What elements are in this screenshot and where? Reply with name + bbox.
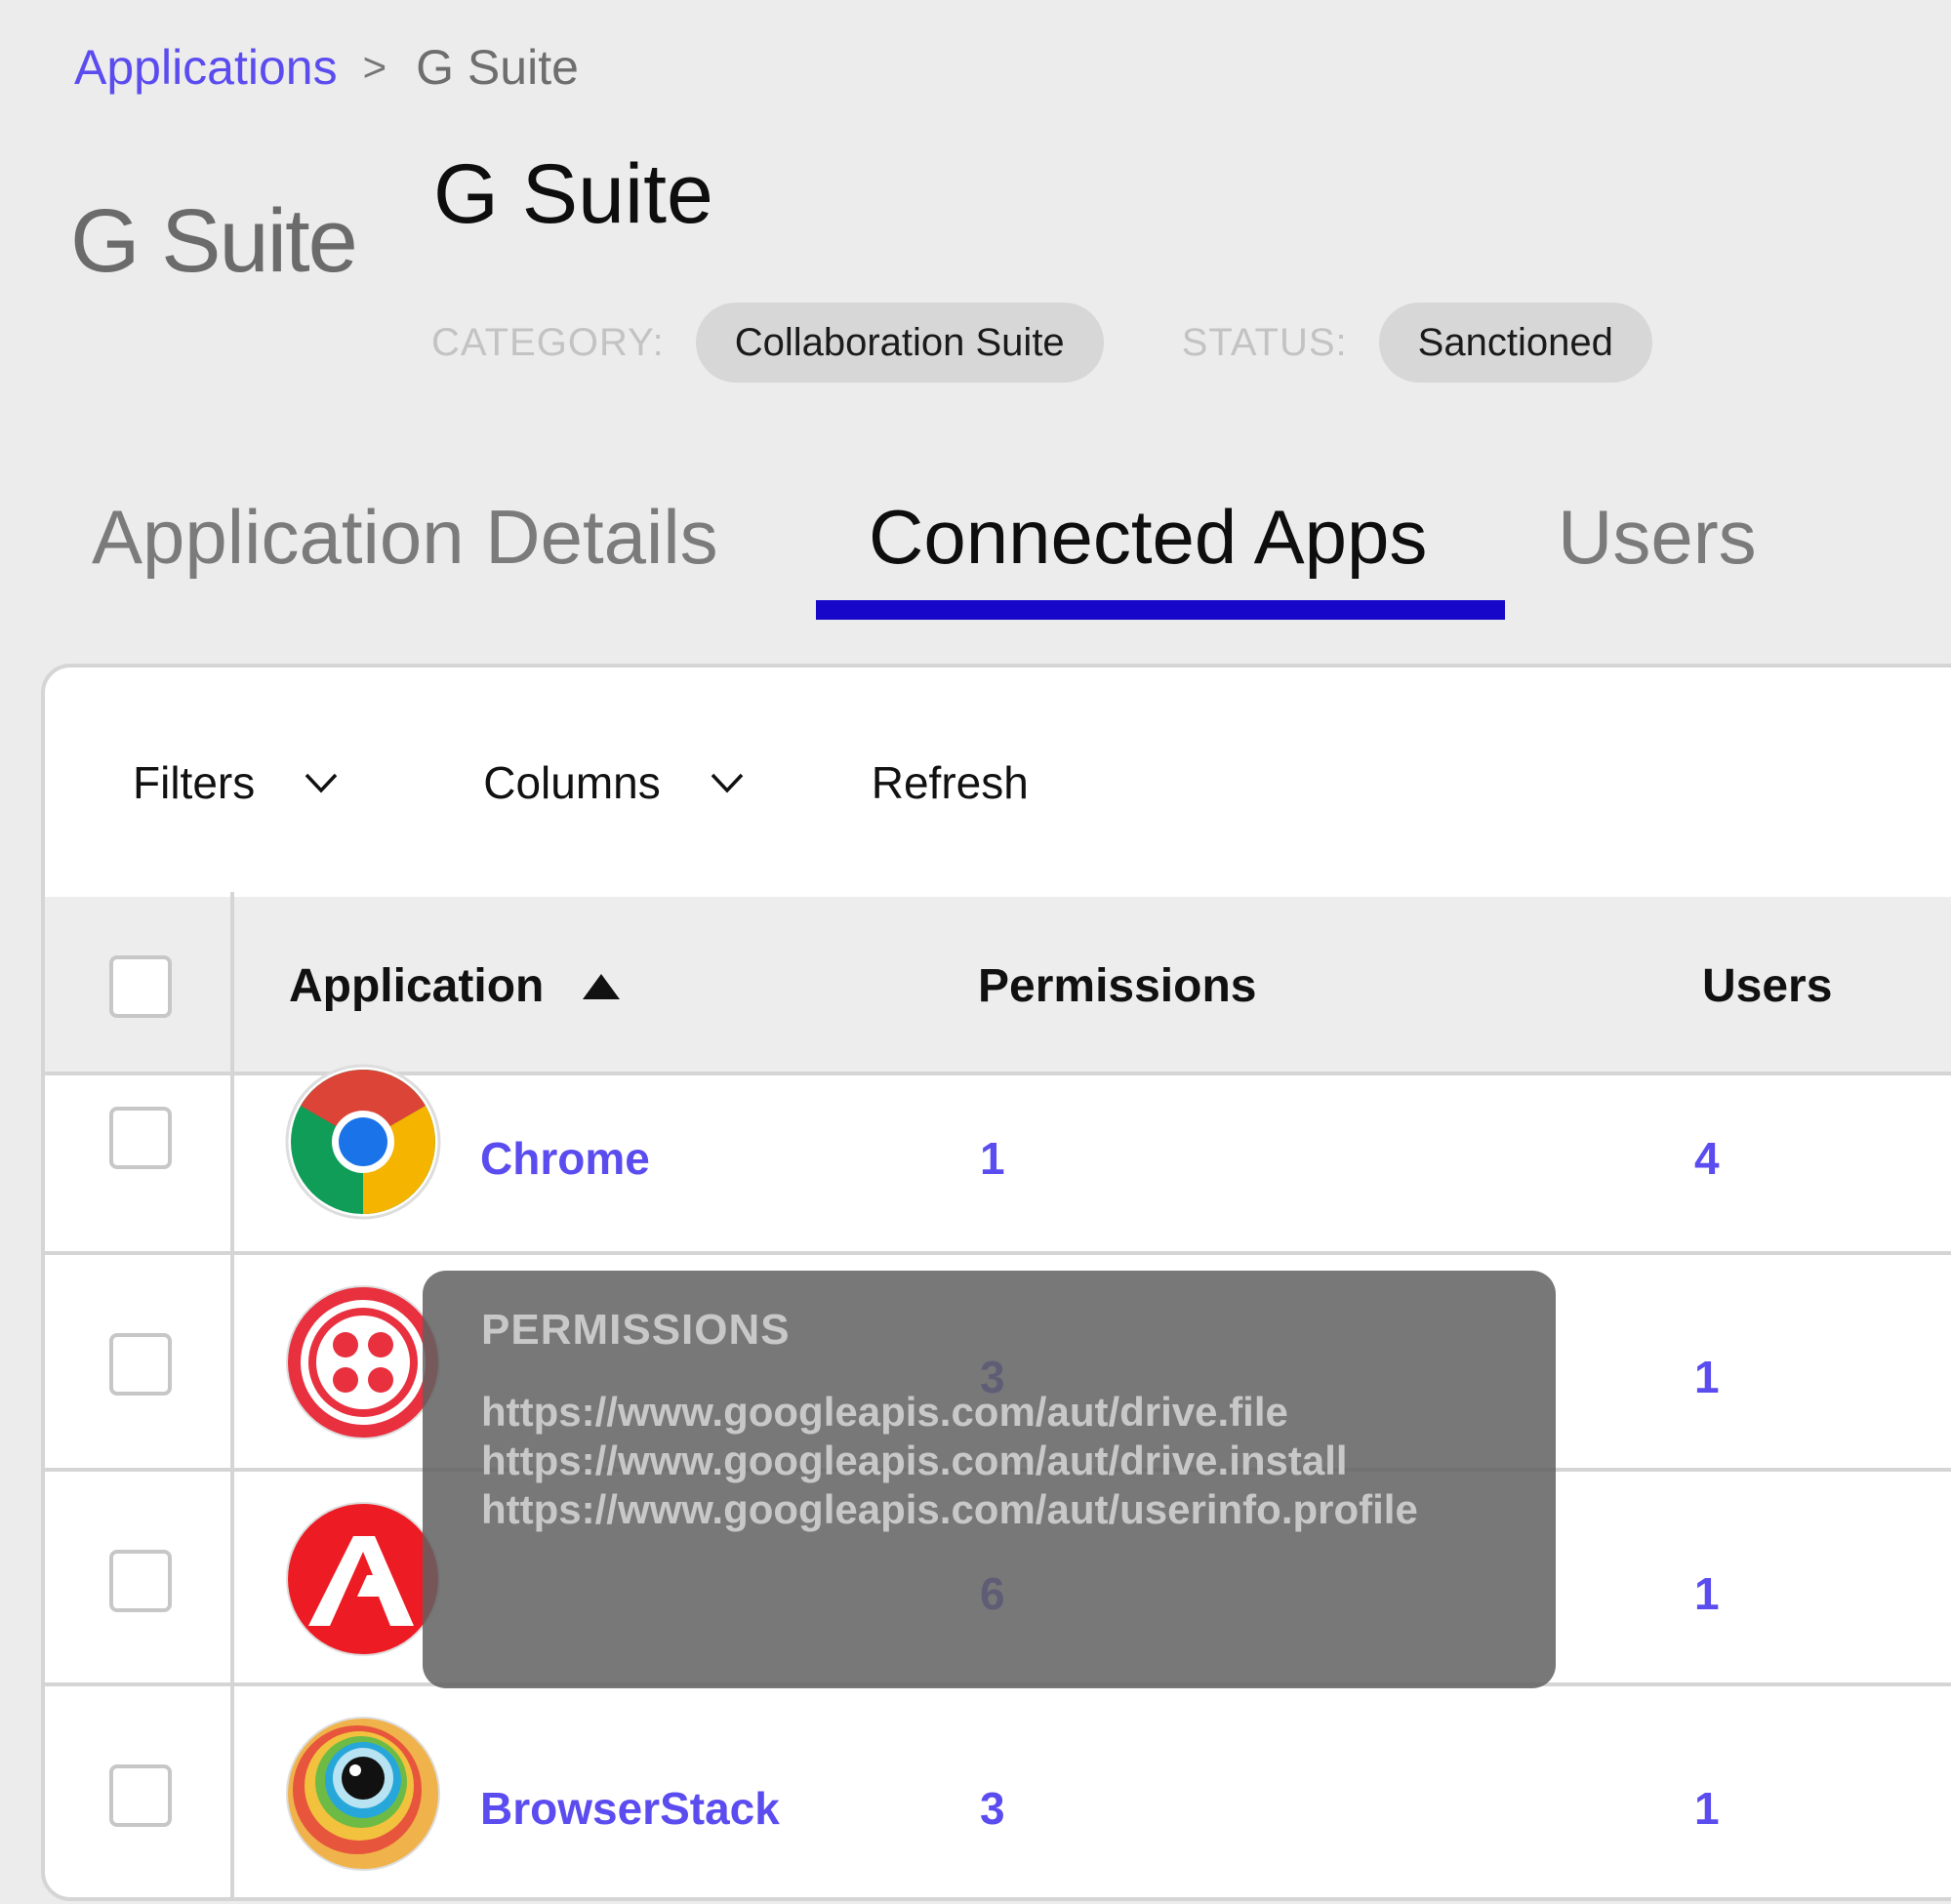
twilio-icon — [286, 1285, 440, 1439]
page-title: G Suite — [433, 147, 713, 241]
breadcrumb-current: G Suite — [416, 40, 579, 95]
tab-connected-apps[interactable]: Connected Apps — [869, 493, 1558, 582]
chevron-down-icon — [305, 773, 338, 793]
row-checkbox[interactable] — [109, 1107, 172, 1169]
columns-label: Columns — [483, 756, 661, 808]
tooltip-permission-item: https://www.googleapis.com/aut/userinfo.… — [481, 1486, 1418, 1532]
row-checkbox[interactable] — [109, 1550, 172, 1612]
adobe-icon — [286, 1502, 440, 1656]
column-header-permissions[interactable]: Permissions — [978, 897, 1256, 1075]
app-logo: G Suite — [70, 191, 358, 291]
column-header-application[interactable]: Application — [289, 897, 621, 1075]
chrome-icon — [285, 1064, 441, 1220]
column-header-application-label: Application — [289, 960, 545, 1012]
checkbox-column-divider — [230, 892, 234, 1897]
category-label: CATEGORY: — [431, 320, 665, 364]
users-count-link[interactable]: 1 — [1694, 1567, 1720, 1620]
users-count-link[interactable]: 1 — [1694, 1351, 1720, 1403]
page: Applications > G Suite G Suite G Suite C… — [0, 0, 1951, 1904]
app-name-link[interactable]: BrowserStack — [480, 1782, 780, 1835]
refresh-button[interactable]: Refresh — [872, 756, 1029, 809]
row-checkbox[interactable] — [109, 1333, 172, 1396]
tab-application-details[interactable]: Application Details — [92, 493, 869, 582]
users-count-link[interactable]: 1 — [1694, 1782, 1720, 1835]
browserstack-icon — [286, 1717, 440, 1871]
app-name-link[interactable]: Chrome — [480, 1132, 650, 1185]
table-header: Application Permissions Users — [45, 897, 1951, 1075]
chevron-down-icon — [711, 773, 744, 793]
active-tab-indicator — [816, 600, 1505, 620]
status-badge: Sanctioned — [1378, 303, 1652, 383]
table-row[interactable]: BrowserStack 3 1 — [45, 1686, 1951, 1897]
permissions-tooltip: PERMISSIONS https://www.googleapis.com/a… — [423, 1271, 1556, 1688]
tab-bar: Application Details Connected Apps Users — [92, 488, 1757, 586]
filters-label: Filters — [133, 756, 256, 808]
select-all-checkbox[interactable] — [109, 955, 172, 1018]
filters-dropdown[interactable]: Filters — [133, 756, 339, 809]
table-toolbar: Filters Columns Refresh — [45, 668, 1951, 897]
tooltip-permission-item: https://www.googleapis.com/aut/drive.ins… — [481, 1438, 1348, 1483]
sort-ascending-icon — [583, 973, 621, 999]
permissions-count-link[interactable]: 1 — [980, 1132, 1005, 1185]
tab-users[interactable]: Users — [1558, 493, 1757, 582]
breadcrumb-applications-link[interactable]: Applications — [74, 39, 338, 96]
app-meta: CATEGORY: Collaboration Suite STATUS: Sa… — [431, 303, 1652, 383]
breadcrumb-separator: > — [362, 44, 387, 90]
row-checkbox[interactable] — [109, 1764, 172, 1827]
breadcrumb: Applications > G Suite — [74, 39, 579, 96]
permissions-count-link[interactable]: 3 — [980, 1782, 1005, 1835]
tooltip-title: PERMISSIONS — [481, 1306, 791, 1354]
status-label: STATUS: — [1181, 320, 1348, 364]
column-header-users[interactable]: Users — [1702, 897, 1832, 1075]
category-badge: Collaboration Suite — [695, 303, 1104, 383]
table-row[interactable]: Chrome 1 4 — [45, 1064, 1951, 1255]
users-count-link[interactable]: 4 — [1694, 1132, 1720, 1185]
columns-dropdown[interactable]: Columns — [483, 756, 745, 809]
tooltip-permission-item: https://www.googleapis.com/aut/drive.fil… — [481, 1389, 1288, 1435]
